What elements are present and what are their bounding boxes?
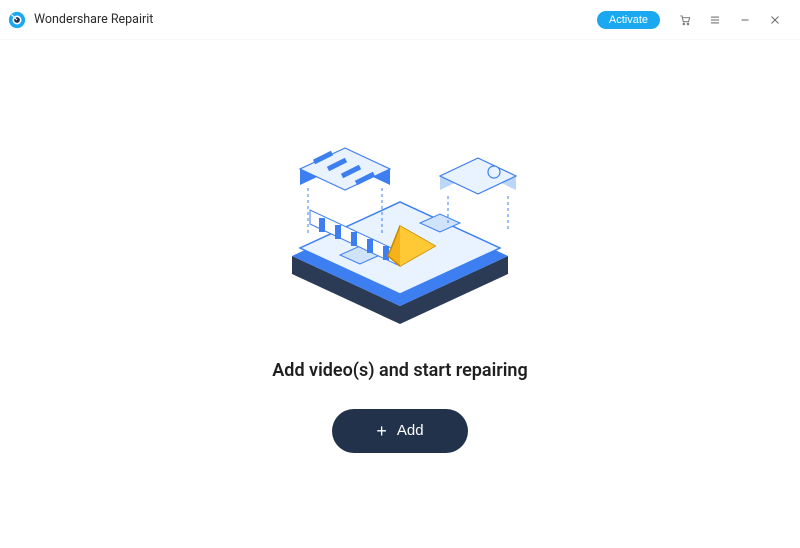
main-content: Add video(s) and start repairing + Add [0,40,800,548]
activate-button[interactable]: Activate [597,11,660,29]
titlebar: Wondershare Repairit Activate [0,0,800,40]
app-title: Wondershare Repairit [34,12,153,27]
main-heading: Add video(s) and start repairing [272,360,527,381]
app-logo-icon [8,11,26,29]
add-button[interactable]: + Add [332,409,467,453]
close-button[interactable] [760,5,790,35]
plus-icon: + [376,422,387,440]
add-button-label: Add [397,422,424,439]
app-window: Wondershare Repairit Activate [0,0,800,548]
minimize-button[interactable] [730,5,760,35]
menu-icon[interactable] [700,5,730,35]
cart-icon[interactable] [670,5,700,35]
hero-illustration [250,106,550,336]
